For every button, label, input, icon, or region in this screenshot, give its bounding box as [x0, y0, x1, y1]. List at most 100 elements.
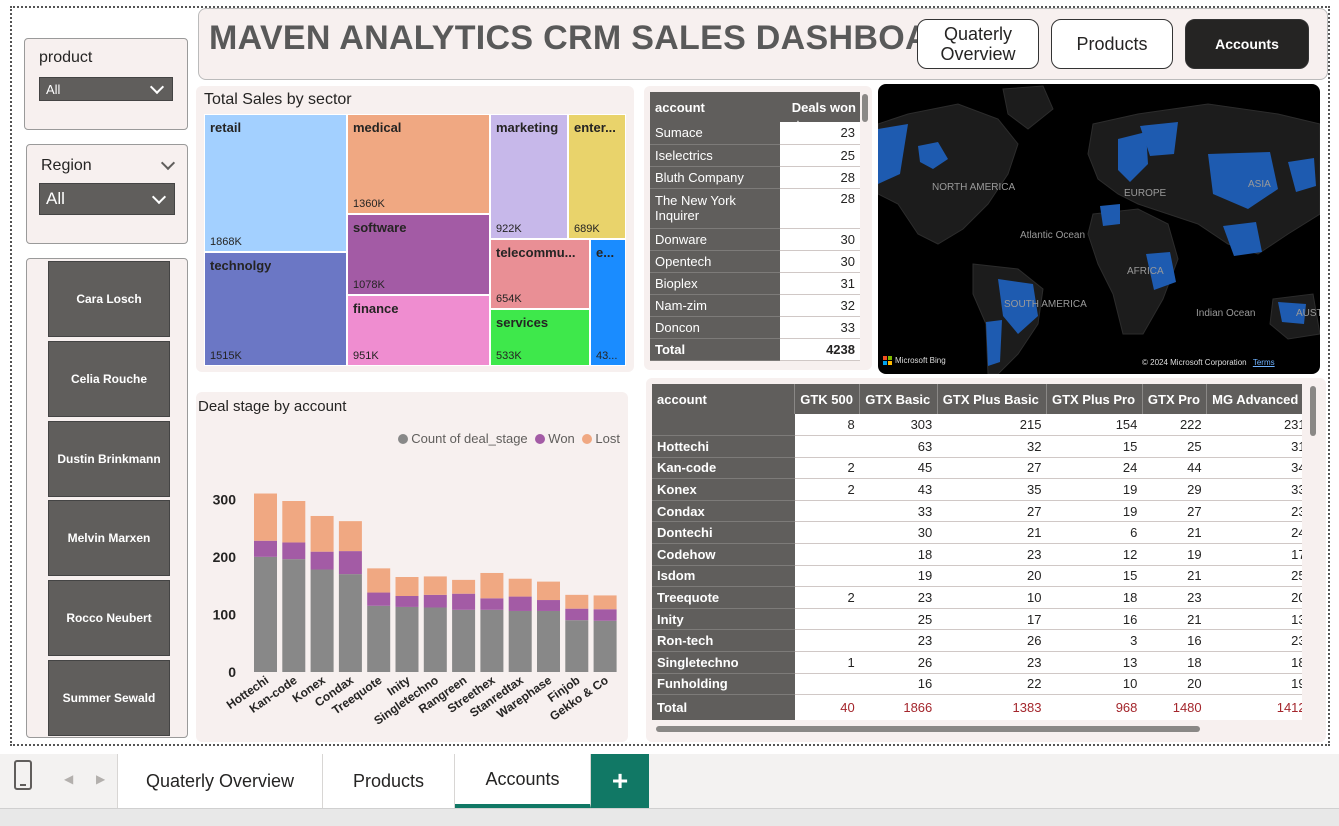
- column-header[interactable]: GTX Pro: [1142, 384, 1208, 414]
- table-row[interactable]: Nam-zim 32: [650, 294, 860, 317]
- bar-segment[interactable]: [310, 515, 334, 552]
- bar-segment[interactable]: [593, 595, 617, 610]
- agent-button[interactable]: Summer Sewald: [48, 660, 170, 736]
- bar-segment[interactable]: [395, 577, 419, 596]
- table-row[interactable]: Opentech 30: [650, 250, 860, 273]
- table-row[interactable]: Ron-tech232631623: [652, 629, 1302, 653]
- product-dropdown[interactable]: All: [39, 77, 173, 101]
- bar-segment[interactable]: [480, 609, 504, 672]
- bar-segment[interactable]: [254, 556, 277, 672]
- bar-segment[interactable]: [508, 610, 532, 672]
- bar-segment[interactable]: [395, 596, 419, 607]
- table-row[interactable]: Singletechno12623131818: [652, 651, 1302, 674]
- bar-segment[interactable]: [282, 542, 306, 560]
- table-row[interactable]: 8303215154222231: [652, 414, 1302, 437]
- table-row[interactable]: Donware 30: [650, 228, 860, 251]
- sales-map[interactable]: NORTH AMERICA EUROPE ASIA Atlantic Ocean…: [878, 84, 1320, 374]
- treemap-cell[interactable]: marketing 922K: [490, 114, 568, 239]
- column-header[interactable]: GTX Plus Pro: [1046, 384, 1143, 414]
- nav-quarterly-overview-button[interactable]: Quaterly Overview: [917, 19, 1039, 69]
- mobile-layout-icon[interactable]: [14, 760, 32, 790]
- table-row[interactable]: Kan-code24527244434: [652, 457, 1302, 480]
- add-page-button[interactable]: +: [591, 754, 649, 808]
- bar-segment[interactable]: [367, 568, 391, 593]
- vertical-scrollbar[interactable]: [1310, 386, 1316, 436]
- treemap-cell[interactable]: e... 43...: [590, 239, 626, 366]
- tab-quarterly-overview[interactable]: Quaterly Overview: [117, 754, 323, 808]
- bar-segment[interactable]: [282, 501, 306, 543]
- bar-segment[interactable]: [537, 600, 560, 611]
- table-row[interactable]: Condax3327192723: [652, 500, 1302, 523]
- bar-segment[interactable]: [508, 578, 532, 597]
- nav-products-button[interactable]: Products: [1051, 19, 1173, 69]
- bar-segment[interactable]: [565, 620, 589, 672]
- column-header[interactable]: account: [652, 384, 796, 414]
- treemap-cell[interactable]: services 533K: [490, 309, 590, 366]
- treemap-cell[interactable]: retail 1868K: [204, 114, 347, 252]
- agent-button[interactable]: Cara Losch: [48, 261, 170, 337]
- bar-segment[interactable]: [452, 609, 476, 672]
- bar-segment[interactable]: [310, 569, 334, 672]
- agent-button[interactable]: Rocco Neubert: [48, 580, 170, 656]
- bar-segment[interactable]: [310, 551, 334, 570]
- bar-segment[interactable]: [423, 576, 447, 595]
- table-row[interactable]: Codehow 1823121917: [652, 543, 1302, 566]
- treemap-cell[interactable]: technolgy 1515K: [204, 252, 347, 366]
- table-row[interactable]: Inity 2517162113: [652, 608, 1302, 631]
- treemap-cell[interactable]: medical 1360K: [347, 114, 490, 214]
- table-row[interactable]: Funholding 1622102019: [652, 673, 1302, 696]
- column-header[interactable]: GTX Basic: [859, 384, 938, 414]
- tab-products[interactable]: Products: [323, 754, 455, 808]
- chevron-down-icon[interactable]: [160, 155, 176, 171]
- table-row[interactable]: Bioplex 31: [650, 272, 860, 295]
- bar-segment[interactable]: [254, 540, 277, 557]
- table-row[interactable]: Iselectrics 25: [650, 144, 860, 167]
- bar-segment[interactable]: [282, 559, 306, 672]
- terms-link[interactable]: Terms: [1253, 358, 1275, 367]
- table-row[interactable]: Konex24335192933: [652, 478, 1302, 501]
- bar-segment[interactable]: [452, 579, 476, 594]
- previous-page-icon[interactable]: ◀: [64, 772, 73, 786]
- agent-button[interactable]: Melvin Marxen: [48, 500, 170, 576]
- bar-segment[interactable]: [565, 608, 589, 621]
- column-header[interactable]: MG Advanced: [1206, 384, 1302, 414]
- bar-segment[interactable]: [423, 607, 447, 672]
- bar-segment[interactable]: [480, 572, 504, 599]
- bar-segment[interactable]: [338, 521, 362, 552]
- region-dropdown[interactable]: All: [39, 183, 175, 215]
- table-row[interactable]: Treequote22310182320: [652, 586, 1302, 609]
- table-row[interactable]: Dontechi302162124: [652, 521, 1302, 545]
- treemap-cell[interactable]: software 1078K: [347, 214, 490, 295]
- bar-segment[interactable]: [338, 551, 362, 575]
- bar-segment[interactable]: [452, 593, 476, 610]
- bar-segment[interactable]: [593, 620, 617, 672]
- bar-segment[interactable]: [367, 592, 391, 606]
- column-header[interactable]: GTX Plus Basic: [937, 384, 1047, 414]
- bar-segment[interactable]: [254, 493, 277, 541]
- bar-segment[interactable]: [395, 606, 419, 672]
- table-row[interactable]: Sumace 23: [650, 122, 860, 145]
- table-row[interactable]: Bluth Company 28: [650, 166, 860, 189]
- column-header-deals-won[interactable]: Deals won ▲: [780, 92, 860, 127]
- next-page-icon[interactable]: ▶: [96, 772, 105, 786]
- nav-accounts-button[interactable]: Accounts: [1185, 19, 1309, 69]
- bar-segment[interactable]: [537, 610, 560, 672]
- bar-segment[interactable]: [593, 609, 617, 621]
- table-row[interactable]: The New York Inquirer 28: [650, 188, 860, 229]
- bar-segment[interactable]: [480, 598, 504, 610]
- bar-segment[interactable]: [423, 594, 447, 608]
- scrollbar[interactable]: [862, 94, 868, 122]
- treemap-cell[interactable]: finance 951K: [347, 295, 490, 366]
- bar-segment[interactable]: [508, 596, 532, 611]
- horizontal-scrollbar[interactable]: [656, 726, 1200, 732]
- bar-segment[interactable]: [537, 581, 560, 601]
- agent-button[interactable]: Dustin Brinkmann: [48, 421, 170, 497]
- column-header-account[interactable]: account: [650, 92, 780, 122]
- tab-accounts[interactable]: Accounts: [455, 754, 591, 808]
- table-row[interactable]: Isdom 1920152125: [652, 565, 1302, 588]
- table-row[interactable]: Hottechi 6332152531: [652, 435, 1302, 458]
- column-header[interactable]: GTK 500: [794, 384, 861, 414]
- bar-segment[interactable]: [565, 594, 589, 609]
- treemap-cell[interactable]: telecommu... 654K: [490, 239, 590, 309]
- table-row[interactable]: Doncon 33: [650, 316, 860, 339]
